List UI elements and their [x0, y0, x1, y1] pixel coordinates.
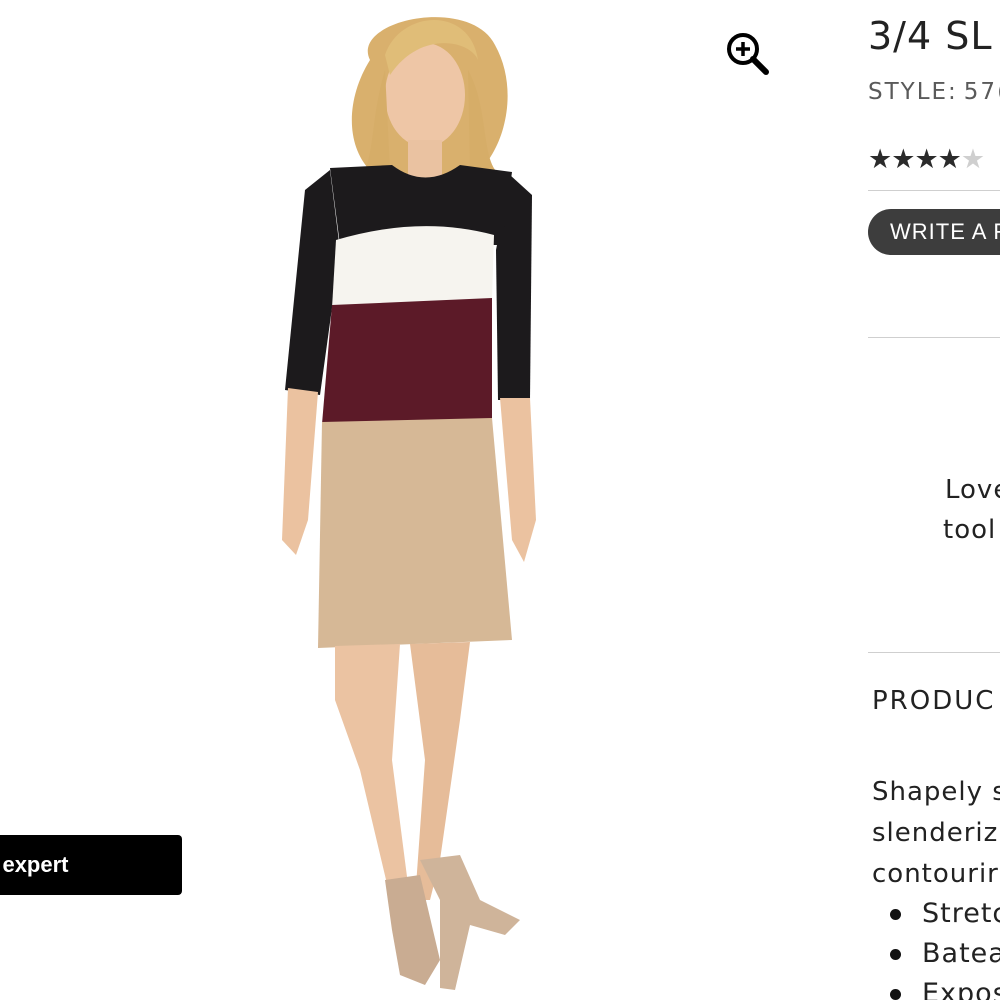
- star-icon: ★: [891, 144, 915, 175]
- promo-line: tool: [943, 515, 997, 545]
- star-icon: ★: [914, 144, 938, 175]
- feature-item: Batea: [890, 934, 1000, 974]
- product-description: Shapely s slenderiz contourir: [872, 772, 1000, 895]
- write-review-button[interactable]: WRITE A F: [868, 209, 1000, 255]
- feature-item: Stretc: [890, 894, 1000, 934]
- style-number-line: STYLE:57(: [868, 79, 1000, 105]
- promo-text: Love tool: [943, 470, 1000, 550]
- star-icon: ★: [868, 144, 892, 175]
- style-number: 57(: [963, 79, 1000, 105]
- divider: [868, 652, 1000, 653]
- divider: [868, 190, 1000, 191]
- zoom-in-icon: [727, 33, 769, 75]
- description-line: slenderiz: [872, 818, 999, 848]
- product-info-panel: 3/4 SL STYLE:57( ★★★★★ WRITE A F Love to…: [868, 0, 1000, 1000]
- product-title: 3/4 SL: [868, 14, 993, 58]
- star-rating[interactable]: ★★★★★: [868, 144, 985, 175]
- style-label: STYLE:: [868, 79, 958, 105]
- chat-button-label: le expert: [0, 852, 69, 877]
- star-icon: ★: [937, 144, 962, 175]
- divider: [868, 337, 1000, 338]
- chat-style-expert-button[interactable]: le expert: [0, 835, 182, 895]
- promo-line: Love: [945, 475, 1000, 505]
- product-details-heading[interactable]: PRODUC: [872, 686, 995, 716]
- product-image[interactable]: le expert: [0, 0, 800, 1000]
- description-line: Shapely s: [872, 777, 1000, 807]
- feature-item: Expos: [890, 974, 1000, 1000]
- feature-list: Stretc Batea Expos: [890, 894, 1000, 1000]
- star-empty-icon: ★: [960, 144, 985, 175]
- description-line: contourir: [872, 859, 999, 889]
- zoom-button[interactable]: [724, 30, 770, 76]
